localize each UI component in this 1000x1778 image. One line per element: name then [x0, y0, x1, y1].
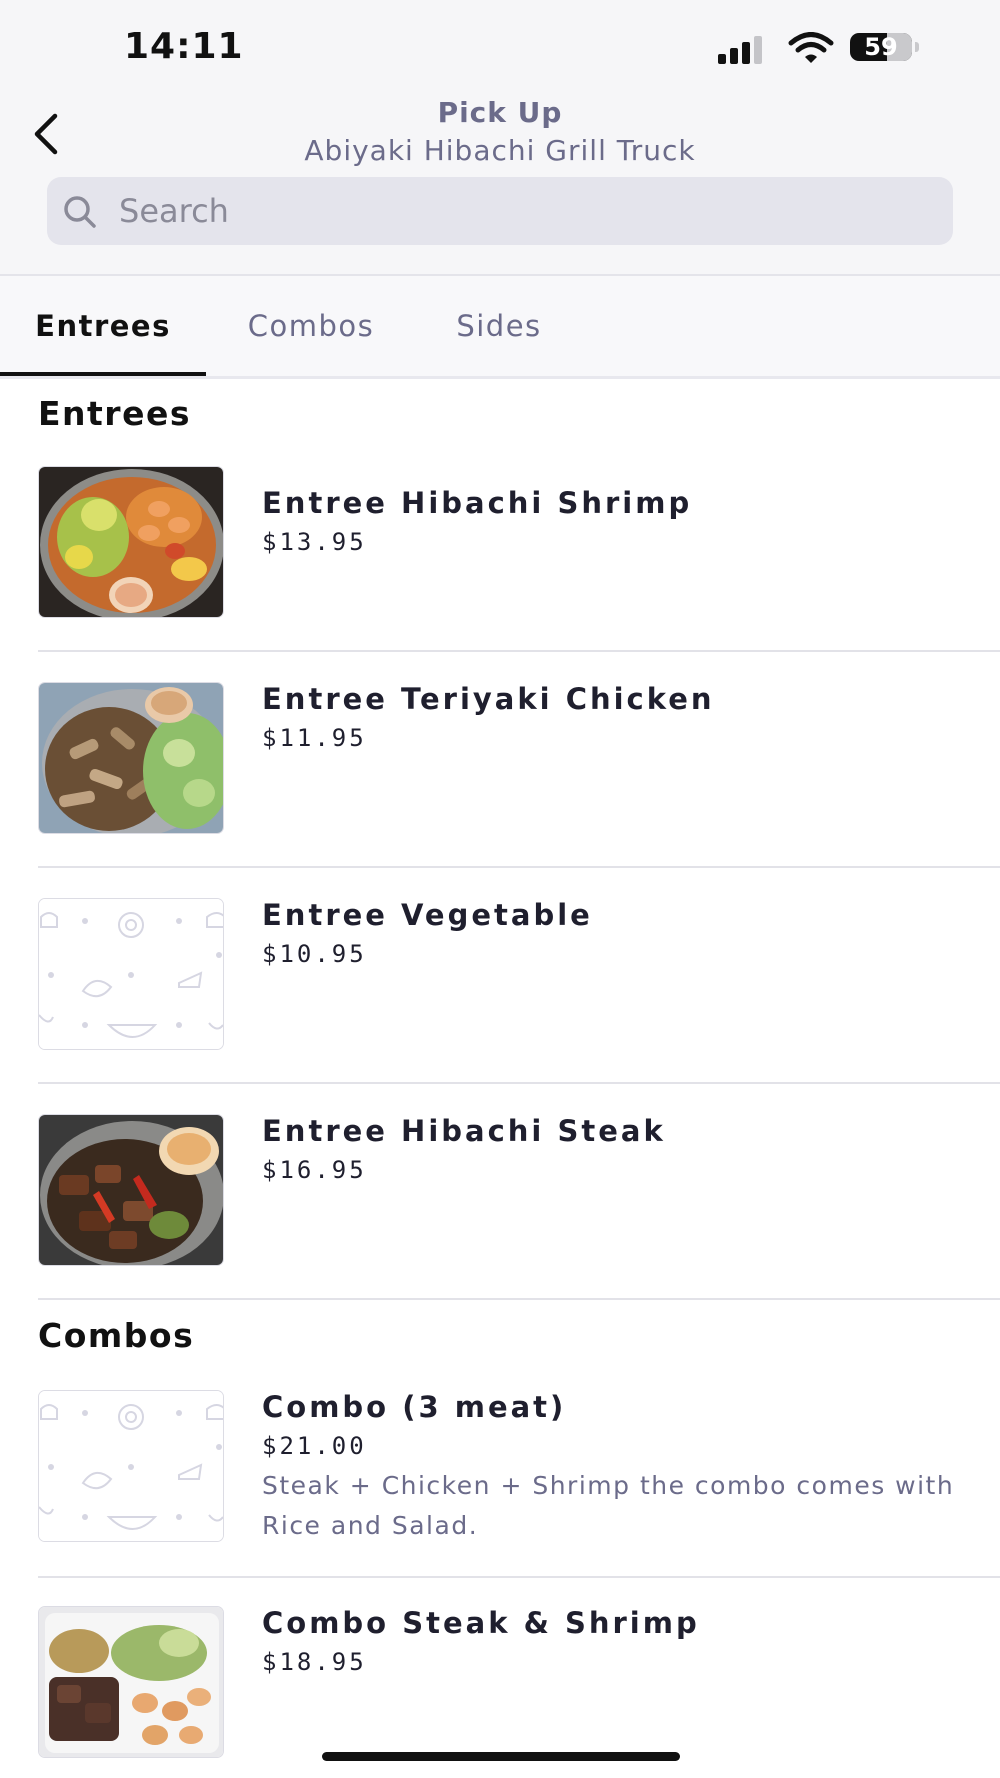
tab-sides[interactable]: Sides — [436, 276, 562, 376]
item-image-steak — [38, 1114, 224, 1266]
tab-combos[interactable]: Combos — [226, 276, 396, 376]
item-price: $16.95 — [262, 1156, 367, 1184]
section-title-combos: Combos — [38, 1316, 195, 1355]
item-name: Entree Hibachi Steak — [262, 1114, 666, 1148]
item-price: $21.00 — [262, 1432, 367, 1460]
top-bar: 14:11 59 Pick Up Abiyaki Hibachi Grill T… — [0, 0, 1000, 276]
item-name: Combo Steak & Shrimp — [262, 1606, 700, 1640]
menu-item[interactable]: Entree Hibachi Steak $16.95 — [38, 1084, 1000, 1300]
item-image-shrimp — [38, 466, 224, 618]
search-icon — [64, 196, 96, 228]
item-price: $10.95 — [262, 940, 367, 968]
wifi-icon — [788, 32, 834, 63]
category-tabs: Entrees Combos Sides — [0, 276, 1000, 379]
search-bar[interactable] — [47, 177, 953, 245]
item-image-placeholder — [38, 1390, 224, 1542]
item-price: $11.95 — [262, 724, 367, 752]
status-time: 14:11 — [124, 26, 244, 67]
divider — [38, 1298, 1000, 1300]
search-input[interactable] — [111, 177, 947, 245]
item-description: Steak + Chicken + Shrimp the combo comes… — [262, 1471, 955, 1540]
battery-tip — [915, 42, 919, 52]
item-image-chicken — [38, 682, 224, 834]
item-name: Entree Teriyaki Chicken — [262, 682, 715, 716]
item-name: Combo (3 meat) — [262, 1390, 567, 1424]
home-indicator[interactable] — [322, 1752, 680, 1761]
page-title: Pick Up — [437, 96, 563, 129]
item-name: Entree Vegetable — [262, 898, 593, 932]
menu-item[interactable]: Entree Hibachi Shrimp $13.95 — [38, 450, 1000, 652]
item-price: $18.95 — [262, 1648, 367, 1676]
signal-icon — [718, 36, 762, 64]
menu-item[interactable]: Entree Teriyaki Chicken $11.95 — [38, 652, 1000, 868]
section-title-entrees: Entrees — [38, 394, 191, 433]
item-image-placeholder — [38, 898, 224, 1050]
item-name: Entree Hibachi Shrimp — [262, 486, 693, 520]
active-tab-indicator — [0, 372, 206, 376]
tab-entrees[interactable]: Entrees — [0, 276, 206, 376]
menu-item[interactable]: Combo Steak & Shrimp $18.95 — [38, 1578, 1000, 1778]
item-image-steak-shrimp — [38, 1606, 224, 1758]
item-price: $13.95 — [262, 528, 367, 556]
restaurant-name: Abiyaki Hibachi Grill Truck — [304, 134, 696, 167]
menu-item[interactable]: Combo (3 meat) $21.00 Steak + Chicken + … — [38, 1372, 1000, 1578]
menu-item[interactable]: Entree Vegetable $10.95 — [38, 868, 1000, 1084]
battery-level: 59 — [864, 33, 898, 61]
